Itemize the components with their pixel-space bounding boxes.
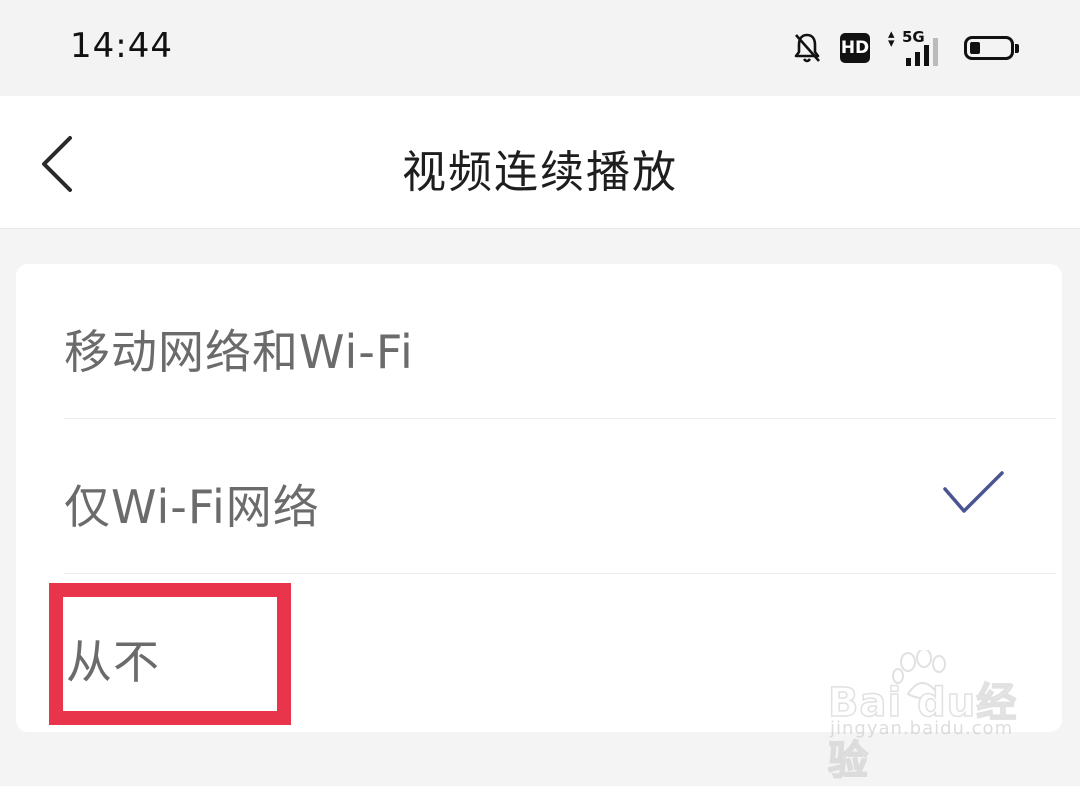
status-bar: 14:44 HD ▴ ▾ 5G	[0, 0, 1080, 96]
nav-header: 视频连续播放	[0, 96, 1080, 229]
check-icon	[943, 471, 1004, 513]
signal-5g-icon: ▴ ▾ 5G	[888, 28, 946, 66]
watermark-url: jingyan.baidu.com	[830, 718, 1014, 739]
option-mobile-and-wifi[interactable]: 移动网络和Wi-Fi	[16, 264, 1062, 419]
option-label: 仅Wi-Fi网络	[64, 480, 320, 534]
hd-icon: HD	[840, 33, 870, 63]
status-icons: HD ▴ ▾ 5G	[792, 28, 1019, 68]
battery-icon	[964, 36, 1019, 60]
baidu-jingyan-watermark: Bai du经验 jingyan.baidu.com	[827, 650, 1028, 785]
option-label: 从不	[66, 635, 160, 689]
bell-muted-icon	[794, 33, 820, 63]
status-time: 14:44	[70, 26, 173, 66]
page-title: 视频连续播放	[402, 147, 678, 198]
option-wifi-only[interactable]: 仅Wi-Fi网络	[16, 419, 1062, 574]
option-label: 移动网络和Wi-Fi	[64, 325, 414, 379]
